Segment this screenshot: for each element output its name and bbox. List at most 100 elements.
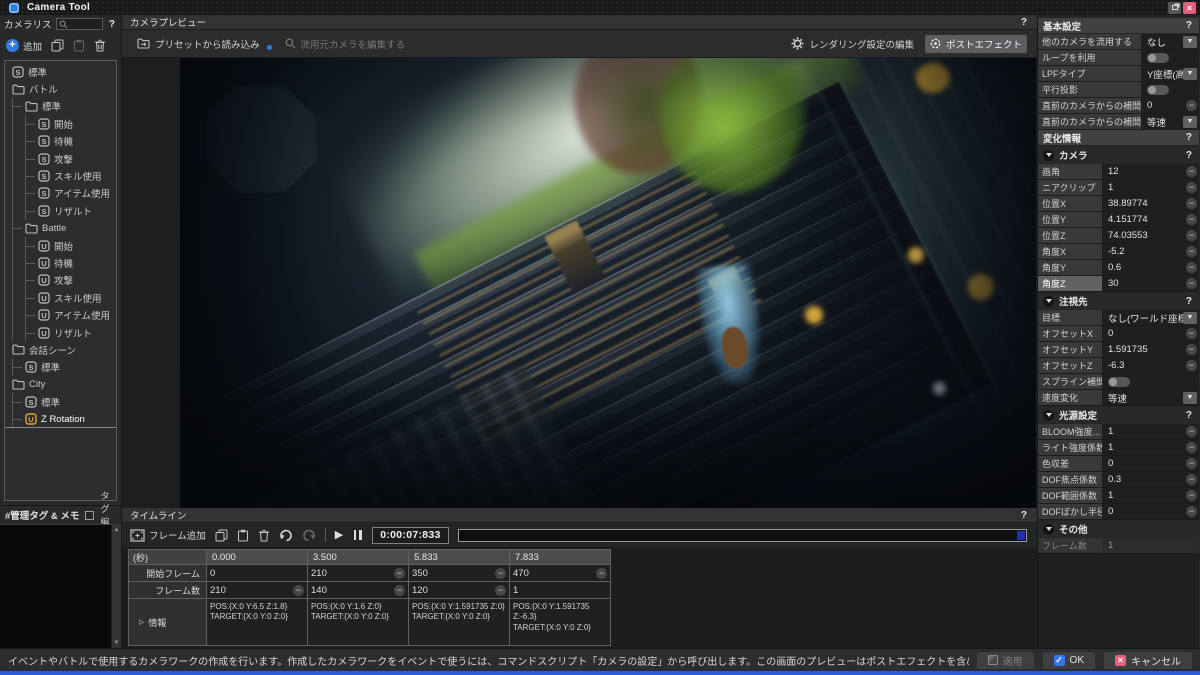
dropdown-button[interactable]: ▼ [1183, 116, 1197, 128]
add-camera-button[interactable]: + 追加 [6, 39, 42, 53]
reset-button[interactable]: − [495, 585, 506, 596]
reset-button[interactable]: − [394, 568, 405, 579]
timeline-seconds-cell[interactable]: 3.500 [308, 550, 408, 564]
memo-scrollbar[interactable]: ▲ ▼ [111, 525, 121, 648]
add-frame-button[interactable]: フレーム追加 [130, 528, 206, 542]
redo-button[interactable] [279, 529, 293, 542]
edit-rendering-settings-button[interactable]: レンダリング設定の編集 [786, 35, 919, 53]
value-text[interactable]: 1 [1108, 490, 1186, 501]
tree-item-0[interactable]: S標準 [5, 63, 116, 80]
settings-section-header[interactable]: その他 [1038, 521, 1199, 537]
settings-section-header[interactable]: カメラ? [1038, 147, 1199, 163]
value-text[interactable]: 0 [1147, 100, 1186, 111]
value-text[interactable]: 等速 [1147, 115, 1183, 129]
value-text[interactable]: 74.03553 [1108, 230, 1186, 241]
value-text[interactable]: -5.2 [1108, 246, 1186, 257]
reset-button[interactable]: − [596, 568, 607, 579]
timeline-start-frame-cell[interactable]: 0 [207, 565, 307, 581]
reset-button[interactable]: − [1186, 166, 1197, 177]
value-text[interactable]: 0.3 [1108, 474, 1186, 485]
reset-button[interactable]: − [1186, 214, 1197, 225]
timeline-start-frame-cell[interactable]: 350− [409, 565, 509, 581]
timeline-help-button[interactable]: ? [1019, 510, 1029, 521]
reset-button[interactable]: − [1186, 442, 1197, 453]
paste-camera-button[interactable] [73, 39, 85, 52]
tree-item-6[interactable]: Sスキル使用 [5, 167, 116, 184]
tree-item-18[interactable]: City [5, 376, 116, 393]
tree-item-5[interactable]: S攻撃 [5, 150, 116, 167]
value-text[interactable]: 12 [1108, 166, 1186, 177]
value-text[interactable]: 30 [1108, 278, 1186, 289]
value-text[interactable]: なし [1147, 35, 1183, 49]
tree-item-17[interactable]: S標準 [5, 359, 116, 376]
value-text[interactable]: 4.151774 [1108, 214, 1186, 225]
value-text[interactable]: なし(ワールド座標) [1108, 311, 1183, 325]
timeline-frame-count-cell[interactable]: 120− [409, 582, 509, 598]
tree-item-3[interactable]: S開始 [5, 115, 116, 132]
timeline-seconds-cell[interactable]: 5.833 [409, 550, 509, 564]
dropdown-button[interactable]: ▼ [1183, 312, 1197, 324]
dropdown-button[interactable]: ▼ [1183, 68, 1197, 80]
reset-button[interactable]: − [1186, 426, 1197, 437]
play-button[interactable]: ▶ [335, 530, 343, 541]
timeline-seconds-cell[interactable]: 7.833 [510, 550, 610, 564]
undo-button[interactable] [302, 529, 316, 542]
playhead[interactable] [1017, 531, 1025, 540]
delete-frame-button[interactable] [258, 529, 270, 542]
reset-button[interactable]: − [1186, 262, 1197, 273]
reset-button[interactable]: − [1186, 360, 1197, 371]
timeline-scrubbar[interactable] [458, 529, 1027, 542]
reset-button[interactable]: − [1186, 474, 1197, 485]
reset-button[interactable]: − [495, 568, 506, 579]
dropdown-button[interactable]: ▼ [1183, 392, 1197, 404]
timeline-row-header-info[interactable]: ▷情報 [129, 599, 206, 645]
ok-button[interactable]: ✓ OK [1043, 652, 1095, 669]
reset-button[interactable]: − [1186, 344, 1197, 355]
value-text[interactable]: 1 [1108, 426, 1186, 437]
value-text[interactable]: 等速 [1108, 391, 1183, 405]
tree-item-14[interactable]: Uアイテム使用 [5, 306, 116, 323]
reset-button[interactable]: − [293, 585, 304, 596]
load-preset-button[interactable]: プリセットから読み込み [132, 35, 265, 53]
toggle-switch[interactable] [1147, 85, 1169, 95]
apply-button[interactable]: 適用 [977, 652, 1034, 669]
value-text[interactable]: Y座標(高さ... [1147, 67, 1183, 81]
value-text[interactable]: 0 [1108, 458, 1186, 469]
copy-camera-button[interactable] [51, 39, 64, 52]
timeline-start-frame-cell[interactable]: 470− [510, 565, 610, 581]
timeline-seconds-cell[interactable]: 0.000 [207, 550, 307, 564]
reset-button[interactable]: − [1186, 458, 1197, 469]
tree-item-8[interactable]: Sリザルト [5, 202, 116, 219]
reset-button[interactable]: − [1186, 328, 1197, 339]
tree-item-12[interactable]: U攻撃 [5, 272, 116, 289]
tree-item-11[interactable]: U待機 [5, 254, 116, 271]
tag-edit-checkbox[interactable] [85, 511, 94, 520]
value-text[interactable]: 0 [1108, 328, 1186, 339]
help-button[interactable]: ? [1184, 410, 1194, 421]
dropdown-button[interactable]: ▼ [1183, 36, 1197, 48]
value-text[interactable]: 0 [1108, 506, 1186, 517]
tree-item-4[interactable]: S待機 [5, 133, 116, 150]
help-button[interactable]: ? [1184, 150, 1194, 161]
help-button[interactable]: ? [1184, 20, 1194, 31]
delete-camera-button[interactable] [94, 39, 106, 52]
value-text[interactable]: -6.3 [1108, 360, 1186, 371]
reset-button[interactable]: − [1186, 506, 1197, 517]
edit-source-camera-button[interactable]: 流用元カメラを編集する [280, 35, 411, 53]
scroll-up-icon[interactable]: ▲ [114, 525, 120, 535]
paste-frame-button[interactable] [237, 529, 249, 542]
reset-button[interactable]: − [394, 585, 405, 596]
camera-list-help-button[interactable]: ? [107, 19, 117, 30]
restore-window-button[interactable] [1168, 2, 1181, 14]
close-window-button[interactable]: × [1183, 2, 1196, 14]
tree-item-9[interactable]: Battle [5, 220, 116, 237]
settings-section-header[interactable]: 注視先? [1038, 293, 1199, 309]
reset-button[interactable]: − [1186, 230, 1197, 241]
tree-item-1[interactable]: バトル [5, 80, 116, 97]
value-text[interactable]: 38.89774 [1108, 198, 1186, 209]
timeline-frame-count-cell[interactable]: 210− [207, 582, 307, 598]
memo-textarea[interactable]: ▲ ▼ [0, 524, 121, 648]
scroll-down-icon[interactable]: ▼ [114, 638, 120, 648]
toggle-switch[interactable] [1108, 377, 1130, 387]
value-text[interactable]: 1 [1108, 442, 1186, 453]
